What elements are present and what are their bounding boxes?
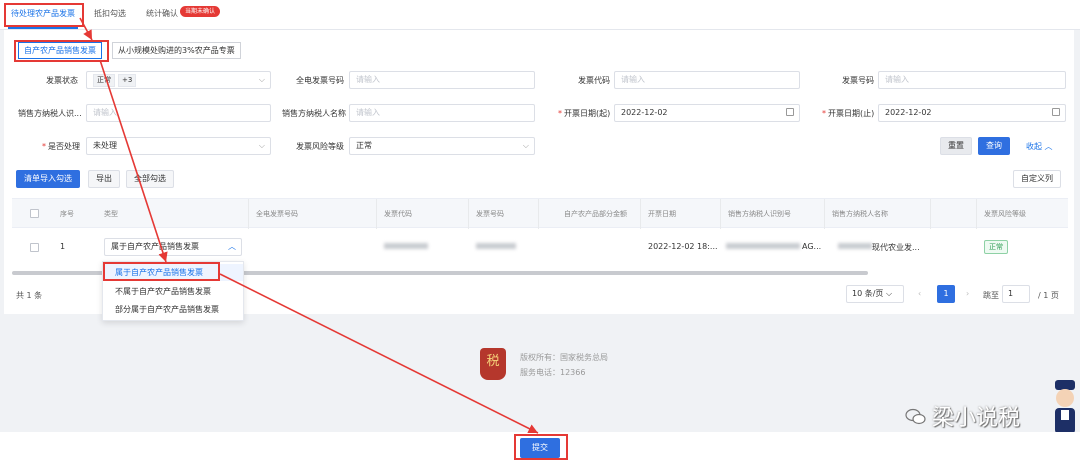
highlight-box-submit — [514, 434, 568, 460]
export-button[interactable]: 导出 — [88, 170, 120, 188]
col-seller-id: 销售方纳税人识别号 — [728, 210, 791, 218]
invoice-no-input[interactable]: 请输入 — [878, 71, 1066, 89]
risk-level-select[interactable]: 正常 ⌵ — [349, 137, 535, 155]
highlight-box-segment — [14, 40, 109, 62]
seller-tax-id-input[interactable]: 请输入 — [86, 104, 271, 122]
calendar-icon — [1052, 108, 1060, 116]
row-checkbox[interactable] — [30, 243, 39, 252]
highlight-box-tab — [4, 3, 84, 27]
goto-label: 跳至 — [983, 291, 999, 300]
col-index: 序号 — [60, 210, 74, 218]
col-risk-level: 发票风险等级 — [984, 210, 1026, 218]
chevron-up-icon: ︿ — [1044, 142, 1053, 151]
col-invoice-no: 发票号码 — [476, 210, 504, 218]
col-digital-invoice-no: 全电发票号码 — [256, 210, 298, 218]
digital-invoice-no-label: 全电发票号码 — [296, 76, 344, 85]
table-header: 序号 类型 全电发票号码 发票代码 发票号码 自产农产品部分金额 开票日期 销售… — [12, 198, 1068, 229]
row-index: 1 — [60, 242, 66, 251]
date-start-label: * 开票日期(起) — [558, 109, 611, 118]
wechat-icon — [905, 408, 926, 425]
date-end-input[interactable]: 2022-12-02 — [878, 104, 1066, 122]
service-phone-text: 服务电话：12366 — [520, 368, 586, 377]
chevron-down-icon: ⌵ — [258, 75, 265, 84]
highlight-box-option — [103, 262, 220, 281]
option-not-belongs[interactable]: 不属于自产农产品销售发票 — [103, 283, 243, 300]
seller-name-input[interactable]: 请输入 — [349, 104, 535, 122]
top-tab-bar: 待处理农产品发票 抵扣勾选 统计确认 当期未确认 — [0, 0, 1080, 30]
custom-columns-button[interactable]: 自定义列 — [1013, 170, 1061, 188]
page-size-select[interactable]: 10 条/页 ⌵ — [846, 285, 904, 303]
invoice-status-label: 发票状态 — [46, 76, 78, 85]
row-type-select[interactable]: 属于自产农产品销售发票 ︿ — [104, 238, 242, 256]
invoice-code-input[interactable]: 请输入 — [614, 71, 800, 89]
calendar-icon — [786, 108, 794, 116]
invoice-status-select[interactable]: 正常 +3 ⌵ — [86, 71, 271, 89]
search-button[interactable]: 查询 — [978, 137, 1010, 155]
select-all-button[interactable]: 全部勾选 — [126, 170, 174, 188]
prev-page-icon[interactable]: ‹ — [918, 289, 921, 298]
col-date: 开票日期 — [648, 210, 676, 218]
status-more-tag: +3 — [118, 74, 137, 87]
processed-select[interactable]: 未处理 ⌵ — [86, 137, 271, 155]
unconfirmed-badge: 当期未确认 — [180, 6, 221, 17]
import-select-button[interactable]: 清单导入勾选 — [16, 170, 80, 188]
chevron-down-icon: ⌵ — [522, 141, 529, 150]
total-count: 共 1 条 — [16, 291, 43, 300]
col-seller-name: 销售方纳税人名称 — [832, 210, 888, 218]
seller-tax-id-label: 销售方纳税人识... — [18, 109, 82, 118]
chevron-down-icon: ⌵ — [885, 289, 893, 298]
active-tab-indicator — [8, 27, 78, 29]
current-page[interactable]: 1 — [937, 285, 955, 303]
invoice-code-label: 发票代码 — [578, 76, 610, 85]
risk-level-label: 发票风险等级 — [296, 142, 344, 151]
tax-bureau-logo: 税 — [480, 348, 506, 380]
goto-page-input[interactable]: 1 — [1002, 285, 1030, 303]
chevron-up-icon: ︿ — [228, 242, 236, 251]
blurred-seller-id — [726, 243, 800, 249]
status-tag: 正常 — [93, 74, 115, 87]
chevron-down-icon: ⌵ — [258, 141, 265, 150]
date-end-label: * 开票日期(止) — [822, 109, 875, 118]
risk-status-tag: 正常 — [984, 240, 1008, 254]
digital-invoice-no-input[interactable]: 请输入 — [349, 71, 535, 89]
seller-name-label: 销售方纳税人名称 — [282, 109, 346, 118]
row-seller-id-suffix: AG... — [802, 242, 822, 251]
blurred-invoice-no — [476, 243, 516, 249]
processed-label: * 是否处理 — [42, 142, 80, 151]
copyright-text: 版权所有：国家税务总局 — [520, 353, 608, 362]
col-invoice-code: 发票代码 — [384, 210, 412, 218]
blurred-invoice-code — [384, 243, 428, 249]
tab-statistics-confirm[interactable]: 统计确认 — [146, 8, 178, 19]
col-type: 类型 — [104, 210, 118, 218]
option-partially-belongs[interactable]: 部分属于自产农产品销售发票 — [103, 301, 243, 318]
reset-button[interactable]: 重置 — [940, 137, 972, 155]
date-start-input[interactable]: 2022-12-02 — [614, 104, 800, 122]
select-all-checkbox[interactable] — [30, 209, 39, 218]
segment-small-scale-3pct[interactable]: 从小规模处购进的3%农产品专票 — [112, 42, 241, 59]
total-pages: / 1 页 — [1038, 291, 1059, 300]
tax-officer-avatar-icon — [1055, 380, 1075, 434]
row-date: 2022-12-02 18:... — [648, 242, 718, 251]
collapse-link[interactable]: 收起 ︿ — [1026, 141, 1053, 152]
tab-deduction-select[interactable]: 抵扣勾选 — [94, 8, 126, 19]
row-seller-name-suffix: 现代农业发... — [872, 243, 920, 252]
blurred-seller-name — [838, 243, 872, 249]
next-page-icon[interactable]: › — [966, 289, 969, 298]
watermark-text: 梁小说税 — [932, 406, 1021, 431]
col-amount: 自产农产品部分金额 — [564, 210, 627, 218]
invoice-no-label: 发票号码 — [842, 76, 874, 85]
